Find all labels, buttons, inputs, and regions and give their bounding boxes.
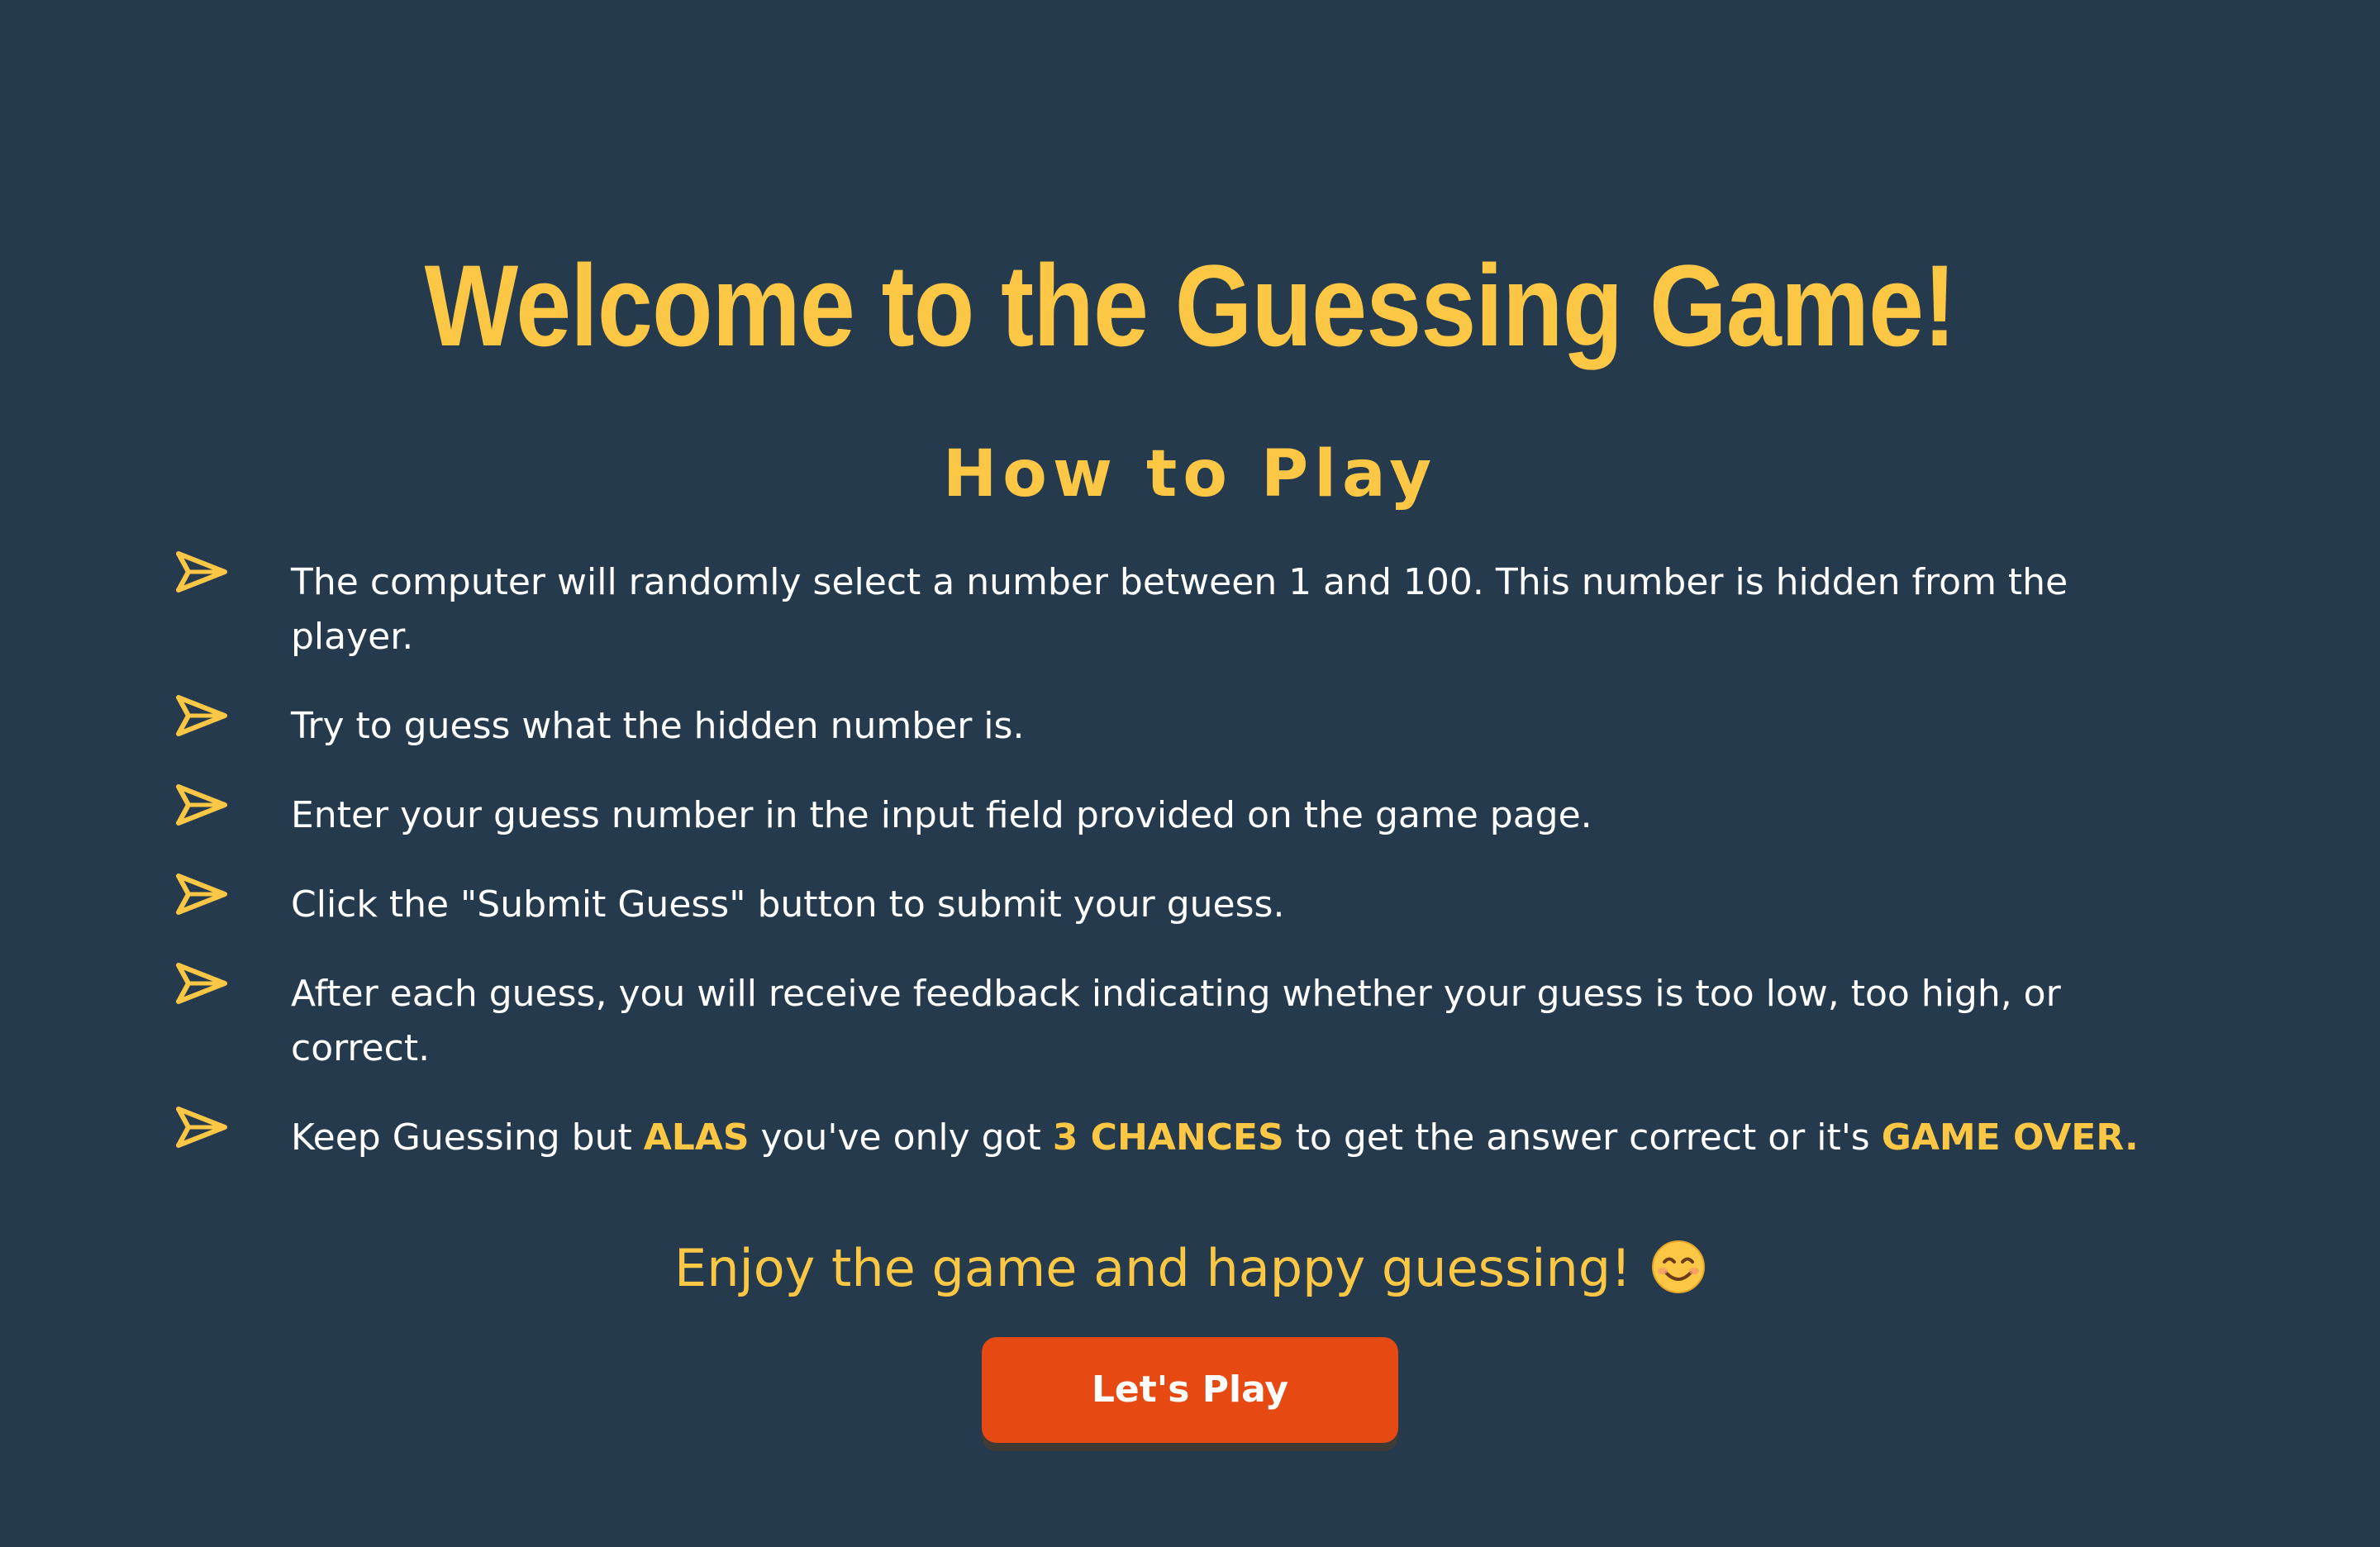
arrow-bullet-icon xyxy=(175,693,291,745)
list-item: After each guess, you will receive feedb… xyxy=(175,963,2159,1076)
list-item: Try to guess what the hidden number is. xyxy=(175,695,2159,754)
rule-text-part: you've only got xyxy=(749,1116,1053,1159)
page: Welcome to the Guessing Game! How to Pla… xyxy=(0,0,2380,1547)
arrow-bullet-icon xyxy=(175,960,291,1013)
list-item: The computer will randomly select a numb… xyxy=(175,551,2159,664)
enjoy-message: Enjoy the game and happy guessing! xyxy=(0,1231,2380,1306)
rule-text: Try to guess what the hidden number is. xyxy=(291,705,1025,747)
rule-text: The computer will randomly select a numb… xyxy=(291,561,2068,658)
highlight-alas: ALAS xyxy=(643,1116,750,1159)
page-title: Welcome to the Guessing Game! xyxy=(424,240,1957,370)
rule-text: Click the "Submit Guess" button to submi… xyxy=(291,883,1285,926)
lets-play-button[interactable]: Let's Play xyxy=(982,1337,1398,1443)
rule-text-part: to get the answer correct or it's xyxy=(1283,1116,1882,1159)
arrow-bullet-icon xyxy=(175,1104,291,1157)
arrow-bullet-icon xyxy=(175,549,291,602)
how-to-play-heading: How to Play xyxy=(942,437,1438,512)
rule-text: Enter your guess number in the input fie… xyxy=(291,794,1592,836)
rule-text-part: Keep Guessing but xyxy=(291,1116,644,1159)
rules-list: The computer will randomly select a numb… xyxy=(175,551,2159,1200)
list-item: Enter your guess number in the input fie… xyxy=(175,784,2159,843)
list-item: Click the "Submit Guess" button to submi… xyxy=(175,873,2159,932)
list-item: Keep Guessing but ALAS you've only got 3… xyxy=(175,1107,2159,1165)
rule-text: After each guess, you will receive feedb… xyxy=(291,973,2061,1069)
smiling-face-icon xyxy=(1651,1240,1706,1294)
highlight-chances: 3 CHANCES xyxy=(1052,1116,1284,1159)
enjoy-text: Enjoy the game and happy guessing! xyxy=(674,1238,1631,1298)
arrow-bullet-icon xyxy=(175,782,291,835)
highlight-game-over: GAME OVER. xyxy=(1881,1116,2139,1159)
arrow-bullet-icon xyxy=(175,871,291,924)
rule-text: Keep Guessing but ALAS you've only got 3… xyxy=(291,1111,2159,1165)
